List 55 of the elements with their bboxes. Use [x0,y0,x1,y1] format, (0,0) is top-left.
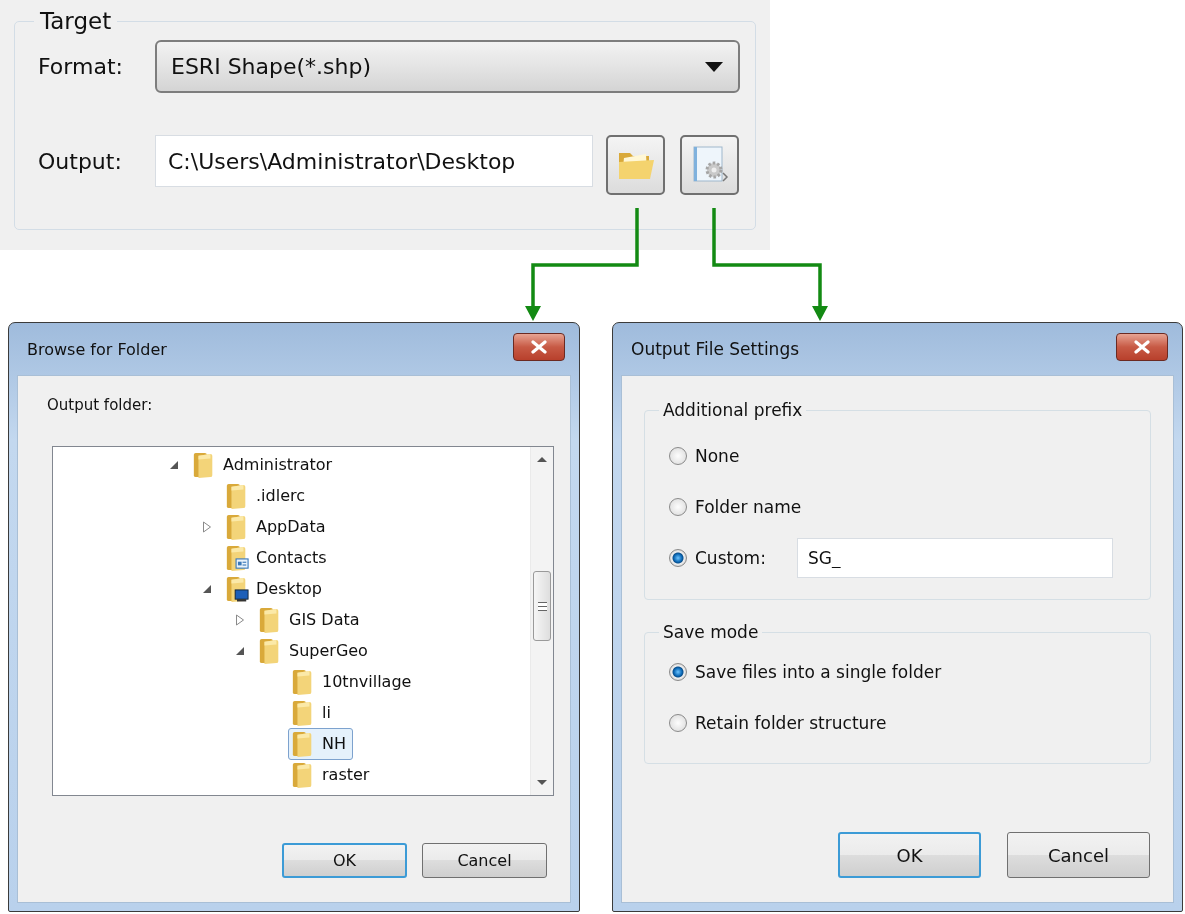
output-settings-button[interactable] [680,135,739,195]
radio-option[interactable]: Retain folder structure [669,712,887,733]
group-title: Additional prefix [662,400,804,420]
browse-folder-button[interactable] [606,135,665,195]
radio-option[interactable]: Save files into a single folder [669,661,942,682]
tree-item[interactable]: SuperGeo [255,634,375,667]
radio-option[interactable]: Custom: [669,547,799,568]
radio-button[interactable] [669,713,687,732]
scroll-up-icon[interactable] [536,455,548,463]
group-title: Save mode [662,622,760,642]
dialog-button[interactable]: Cancel [1007,832,1150,878]
output-label: Output: [38,148,123,174]
tree-item[interactable]: 10tnvillage [288,665,419,698]
radio-option[interactable]: None [669,445,799,466]
close-icon [531,340,547,354]
window-title: Browse for Folder [27,339,167,359]
dialog-button[interactable]: OK [838,832,981,878]
prompt-label: Output folder: [47,396,154,414]
format-dropdown[interactable]: ESRI Shape(*.shp) [155,40,740,93]
tree-item[interactable]: GIS Data [255,603,367,636]
tree-item[interactable]: Administrator [189,448,340,481]
window-title: Output File Settings [631,339,800,359]
contacts-folder-icon [225,543,249,572]
dialog-button[interactable]: Cancel [422,843,547,878]
close-icon [1134,340,1150,354]
radio-button[interactable] [669,446,687,465]
tree-item[interactable]: Desktop [222,572,329,605]
scrollbar[interactable] [530,447,553,795]
tree-item[interactable]: Contacts [222,541,334,574]
radio-option[interactable]: Folder name [669,496,802,517]
output-path-field[interactable]: C:\Users\Administrator\Desktop [155,135,593,187]
tree-item[interactable]: raster [288,758,377,791]
expanded-triangle-icon[interactable] [202,583,212,594]
tree-item[interactable]: .idlerc [222,479,312,512]
desktop-folder-icon [225,574,249,603]
expanded-triangle-icon[interactable] [235,645,245,656]
caret-icon [704,60,724,73]
radio-button[interactable] [669,662,687,681]
radio-button[interactable] [669,497,687,516]
close-button[interactable] [513,333,565,361]
tree-item[interactable]: li [288,696,338,729]
scrollbar-thumb[interactable] [533,571,551,641]
group-title: Target [39,8,113,34]
collapsed-triangle-icon[interactable] [202,520,212,533]
prefix-field[interactable]: SG_ [797,537,1113,578]
scroll-down-icon[interactable] [536,779,548,787]
close-button[interactable] [1116,333,1168,361]
folder-tree[interactable]: Administrator .idlerc AppData Contacts Desktop GIS Data SuperGeo 10tnvillage li NH raster [52,446,554,796]
dialog-button[interactable]: OK [282,843,407,878]
collapsed-triangle-icon[interactable] [235,613,245,626]
radio-button[interactable] [669,548,687,567]
tree-item[interactable]: NH [288,727,353,760]
format-label: Format: [38,54,124,79]
tree-item[interactable]: AppData [222,510,333,543]
expanded-triangle-icon[interactable] [169,459,179,470]
